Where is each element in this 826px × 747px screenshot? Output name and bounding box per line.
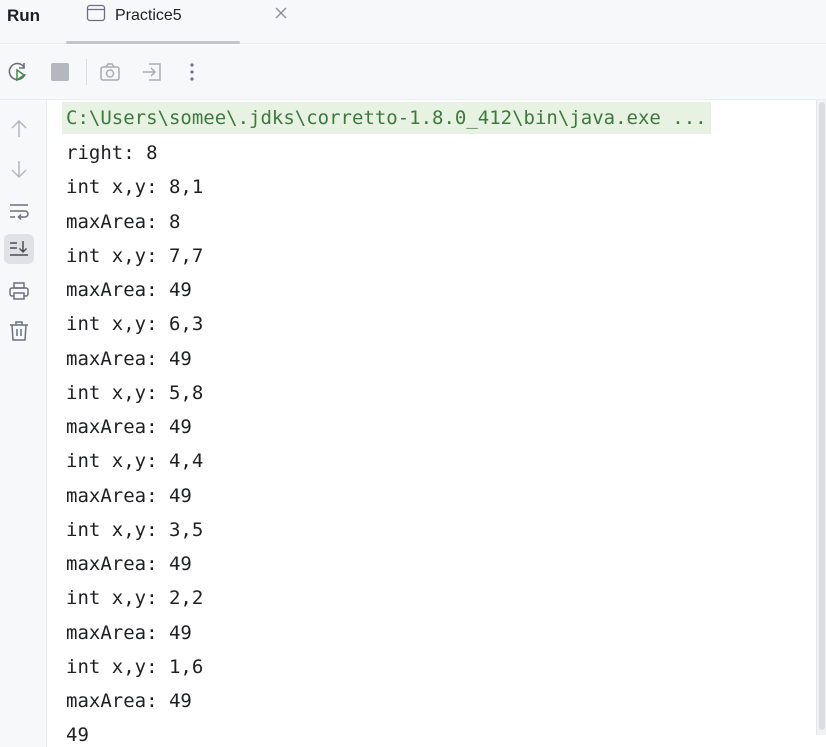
tab-label: Practice5 [115, 7, 182, 24]
arrow-up-icon [11, 119, 27, 137]
stop-icon[interactable] [49, 61, 71, 83]
console-line: maxArea: 8 [66, 210, 181, 233]
console-line: int x,y: 8,1 [66, 176, 204, 199]
run-toolbar [0, 45, 826, 100]
console-line: int x,y: 6,3 [66, 313, 204, 336]
console-line: int x,y: 2,2 [66, 587, 204, 610]
tab-practice5[interactable]: Practice5 [66, 0, 287, 44]
print-button[interactable] [4, 276, 34, 306]
console-line: maxArea: 49 [66, 484, 192, 507]
run-tool-window-header: Run Practice5 [0, 0, 826, 44]
run-config-icon [86, 4, 106, 22]
tab-selected-indicator [66, 41, 240, 44]
toolbar-separator [86, 59, 87, 85]
console-line: maxArea: 49 [66, 553, 192, 575]
trash-icon [10, 321, 28, 341]
console-line: maxArea: 49 [66, 279, 192, 301]
arrow-down-icon [11, 161, 27, 179]
arrow-down-button[interactable] [4, 154, 34, 184]
console-line: int x,y: 4,4 [66, 450, 204, 473]
arrow-up-button[interactable] [4, 114, 34, 144]
soft-wrap-button[interactable] [4, 196, 34, 226]
console-line: maxArea: 49 [66, 690, 192, 712]
print-icon [9, 282, 29, 300]
console-line: int x,y: 5,8 [66, 381, 204, 404]
close-icon[interactable] [274, 6, 288, 20]
exit-icon[interactable] [141, 61, 163, 83]
scroll-to-end-icon [10, 241, 28, 256]
console-line: right: 8 [66, 142, 158, 164]
console-line: maxArea: 49 [66, 621, 192, 644]
command-line: C:\Users\somee\.jdks\corretto-1.8.0_412\… [62, 102, 711, 134]
console-line: int x,y: 7,7 [66, 244, 204, 267]
camera-icon[interactable] [99, 61, 121, 83]
soft-wrap-icon [10, 204, 29, 221]
clear-all-button[interactable] [4, 316, 34, 346]
console-side-toolbar [0, 100, 47, 747]
more-icon[interactable] [181, 61, 203, 83]
scrollbar-thumb[interactable] [819, 102, 825, 730]
vertical-scrollbar[interactable] [816, 100, 826, 735]
scroll-to-end-button[interactable] [4, 234, 34, 264]
console-line: int x,y: 1,6 [66, 655, 204, 678]
console-line: maxArea: 49 [66, 416, 192, 438]
run-title: Run [7, 6, 41, 25]
rerun-icon[interactable] [7, 61, 29, 83]
console-output[interactable]: C:\Users\somee\.jdks\corretto-1.8.0_412\… [48, 100, 816, 747]
console-line: maxArea: 49 [66, 347, 192, 370]
console-line: 49 [66, 724, 89, 747]
console-line: int x,y: 3,5 [66, 518, 204, 541]
